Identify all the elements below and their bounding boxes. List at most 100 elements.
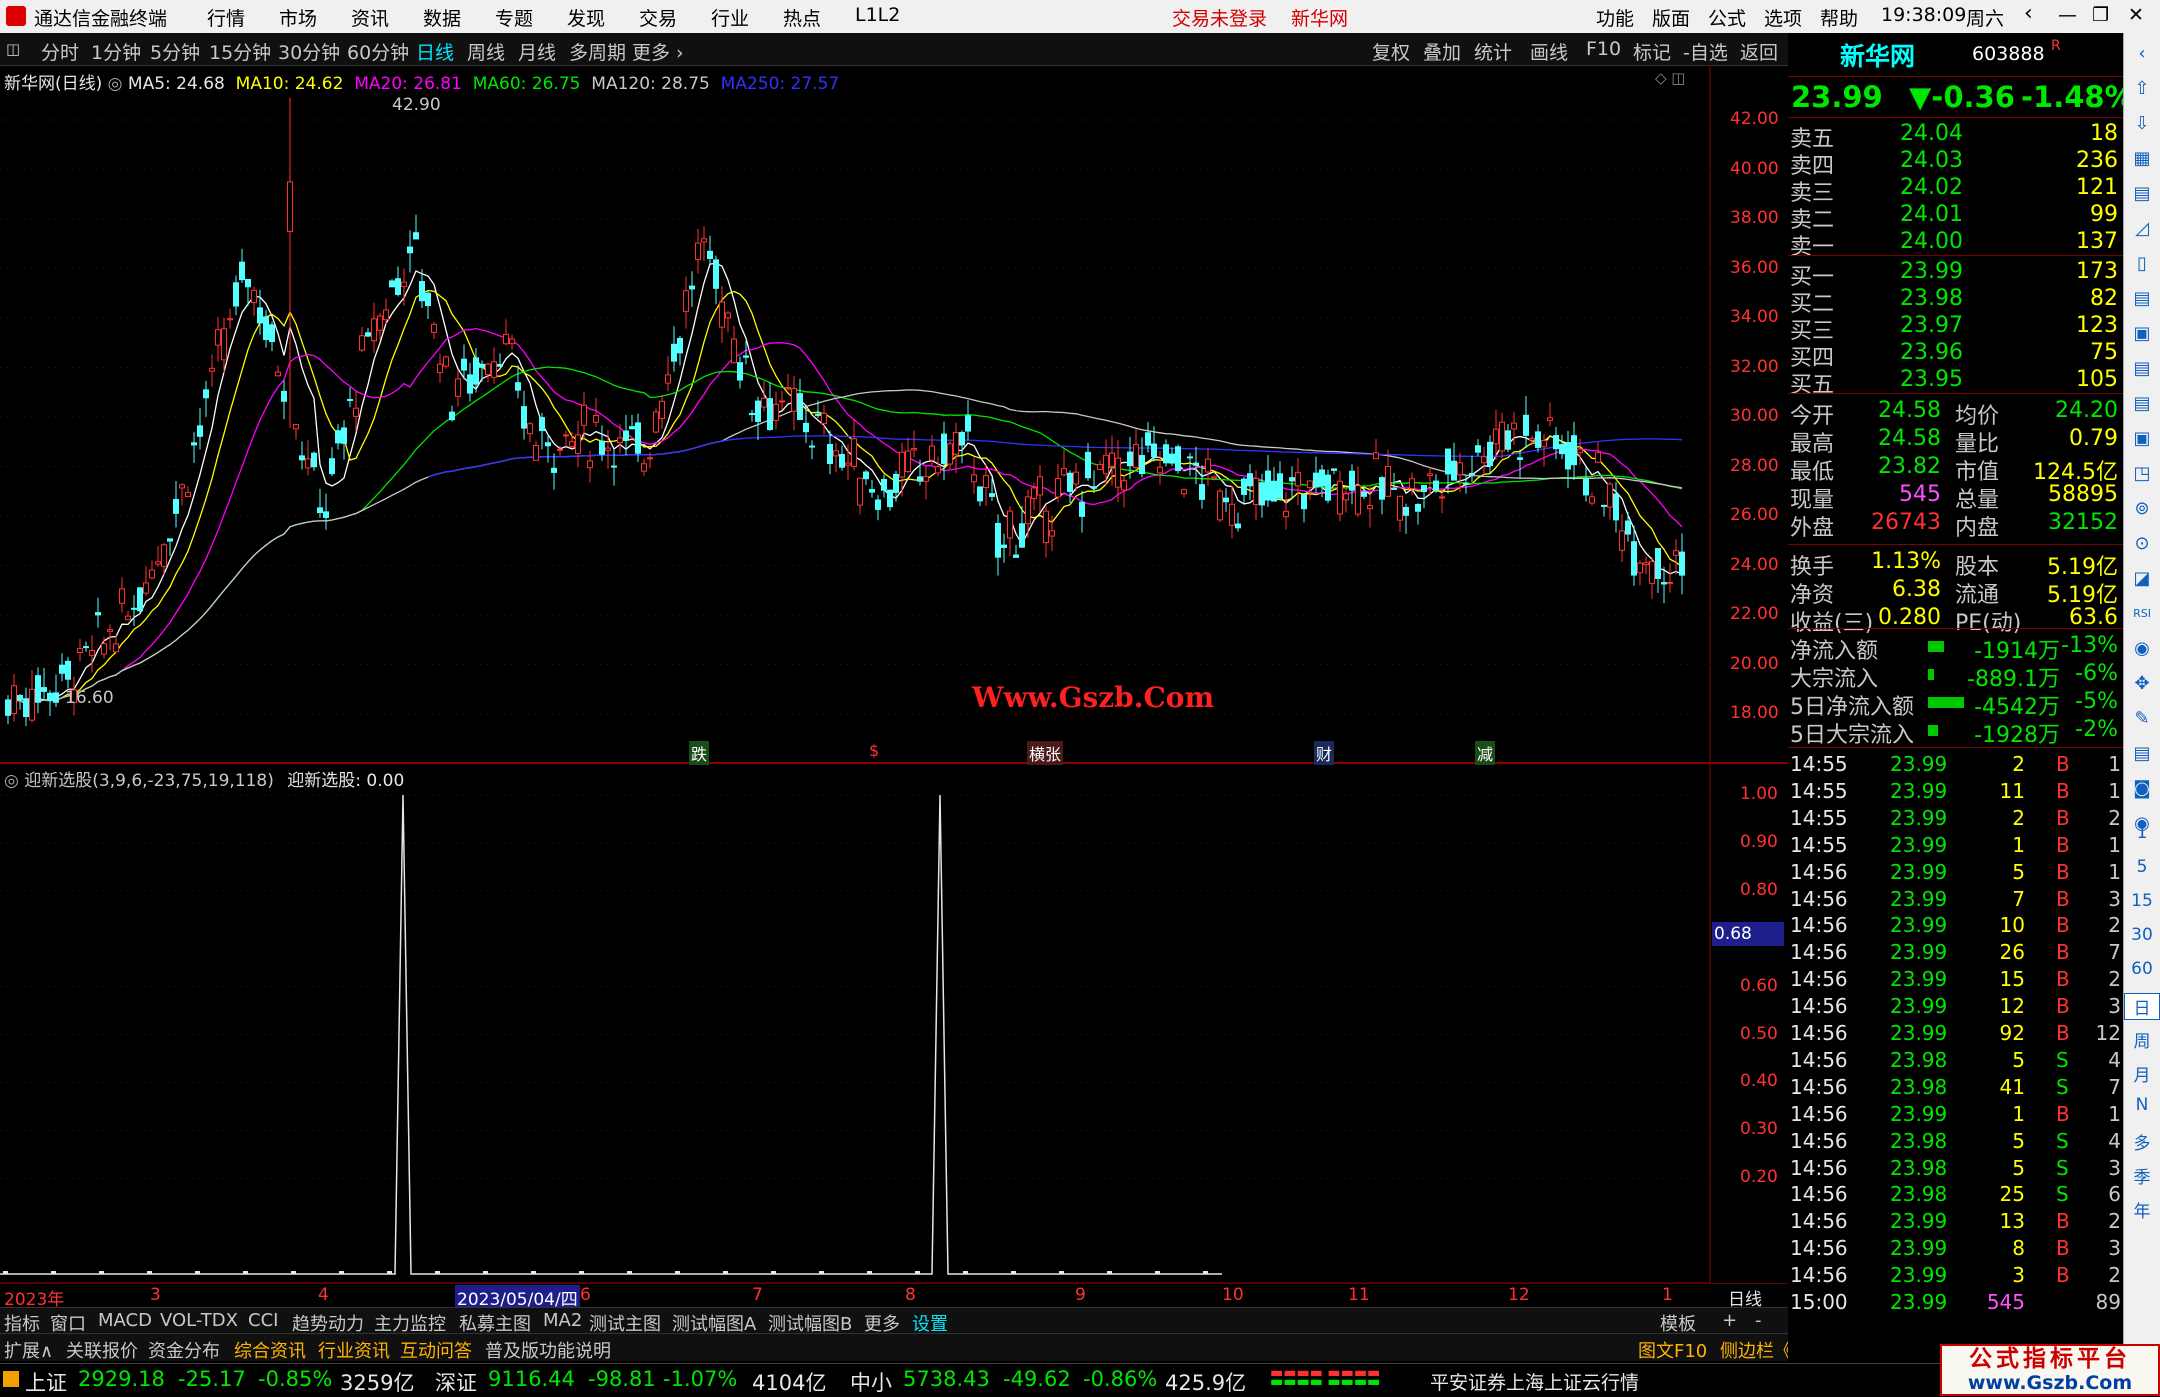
extension-tab[interactable]: 综合资讯 xyxy=(234,1337,306,1363)
period-shortcut[interactable]: 30 xyxy=(2124,925,2160,945)
minimize-icon[interactable]: — xyxy=(2058,4,2077,26)
panel-toggle-icon[interactable]: ◫ xyxy=(6,40,20,58)
event-finance[interactable]: 财 xyxy=(1314,741,1335,765)
menu-discover[interactable]: 发现 xyxy=(567,4,605,31)
tool-adjust[interactable]: 复权 xyxy=(1372,38,1410,65)
extension-tab[interactable]: 扩展∧ xyxy=(4,1337,53,1363)
side-tab[interactable]: 侧边栏《 xyxy=(1720,1337,1792,1363)
side-tool-icon[interactable]: ‹ xyxy=(2129,41,2155,67)
chart-options-icon[interactable]: ◇ ◫ xyxy=(1655,69,1685,87)
menu-data[interactable]: 数据 xyxy=(423,4,461,31)
period-multi[interactable]: 多周期 xyxy=(569,38,626,65)
tool-overlay[interactable]: 叠加 xyxy=(1423,38,1461,65)
tool-return[interactable]: 返回 xyxy=(1740,38,1778,65)
side-tool-icon[interactable]: ◙ xyxy=(2129,776,2155,802)
template-button[interactable]: + xyxy=(1722,1310,1737,1331)
side-tool-icon[interactable]: ▯ xyxy=(2129,251,2155,277)
extension-tab[interactable]: 关联报价 xyxy=(66,1337,138,1363)
menu-hot[interactable]: 热点 xyxy=(783,4,821,31)
trade-login-status[interactable]: 交易未登录 xyxy=(1172,4,1267,31)
event-drop[interactable]: 跌 xyxy=(689,741,710,765)
sh-index-name[interactable]: 上证 xyxy=(25,1367,67,1397)
side-tab[interactable]: 图文F10 xyxy=(1638,1337,1707,1363)
period-shortcut[interactable]: 月 xyxy=(2124,1061,2160,1086)
menu-options[interactable]: 选项 xyxy=(1764,4,1802,31)
extension-tab[interactable]: 行业资讯 xyxy=(318,1337,390,1363)
side-tool-icon[interactable]: ▤ xyxy=(2129,391,2155,417)
menu-layout[interactable]: 版面 xyxy=(1652,4,1690,31)
period-shortcut[interactable]: 日 xyxy=(2124,993,2160,1020)
server-name[interactable]: 平安证券上海上证云行情 xyxy=(1430,1368,1639,1395)
extension-tab[interactable]: 资金分布 xyxy=(148,1337,220,1363)
period-15min[interactable]: 15分钟 xyxy=(209,38,271,65)
side-tool-icon[interactable]: ⇧ xyxy=(2129,76,2155,102)
period-shortcut[interactable]: 年 xyxy=(2124,1197,2160,1222)
indicator-tab[interactable]: MA2 xyxy=(543,1310,582,1331)
event-limit[interactable]: 横张 xyxy=(1027,741,1064,765)
indicator-tab[interactable]: CCI xyxy=(248,1310,278,1331)
menu-help[interactable]: 帮助 xyxy=(1820,4,1858,31)
period-shortcut[interactable]: N xyxy=(2124,1095,2160,1115)
event-reduce[interactable]: 减 xyxy=(1475,741,1496,765)
side-tool-icon[interactable]: ▣ xyxy=(2129,426,2155,452)
tool-f10[interactable]: F10 xyxy=(1586,38,1621,60)
menu-topics[interactable]: 专题 xyxy=(495,4,533,31)
template-button[interactable]: - xyxy=(1755,1310,1762,1331)
menu-news[interactable]: 资讯 xyxy=(351,4,389,31)
period-weekly[interactable]: 周线 xyxy=(467,38,505,65)
indicator-collapse-icon[interactable]: ◎ xyxy=(4,771,24,791)
side-tool-icon[interactable]: ▤ xyxy=(2129,286,2155,312)
period-shortcut[interactable]: 5 xyxy=(2124,857,2160,877)
menu-quotes[interactable]: 行情 xyxy=(207,4,245,31)
side-tool-icon[interactable]: ⇩ xyxy=(2129,111,2155,137)
tool-stats[interactable]: 统计 xyxy=(1474,38,1512,65)
menu-function[interactable]: 功能 xyxy=(1596,4,1634,31)
zx-index-name[interactable]: 中小 xyxy=(850,1367,892,1397)
indicator-tab[interactable]: VOL-TDX xyxy=(160,1310,238,1331)
side-tool-icon[interactable]: ✥ xyxy=(2129,671,2155,697)
extension-tab[interactable]: 互动问答 xyxy=(400,1337,472,1363)
menu-market[interactable]: 市场 xyxy=(279,4,317,31)
back-icon[interactable]: ‹ xyxy=(2024,1,2033,26)
side-tool-icon[interactable]: ⊚ xyxy=(2129,496,2155,522)
event-dollar[interactable]: $ xyxy=(869,741,879,760)
side-tool-icon[interactable]: ▤ xyxy=(2129,356,2155,382)
period-shortcut[interactable]: 1 xyxy=(2124,823,2160,843)
side-tool-icon[interactable]: ▣ xyxy=(2129,321,2155,347)
side-tool-icon[interactable]: RSI xyxy=(2129,601,2155,627)
side-tool-icon[interactable]: ▦ xyxy=(2129,146,2155,172)
side-tool-icon[interactable]: ▤ xyxy=(2129,181,2155,207)
period-daily[interactable]: 日线 xyxy=(416,38,454,65)
period-30min[interactable]: 30分钟 xyxy=(278,38,340,65)
menu-formula[interactable]: 公式 xyxy=(1708,4,1746,31)
collapse-icon[interactable]: ◎ xyxy=(108,74,128,94)
period-5min[interactable]: 5分钟 xyxy=(150,38,200,65)
period-shortcut[interactable]: 季 xyxy=(2124,1163,2160,1188)
extension-tab[interactable]: 普及版功能说明 xyxy=(485,1337,611,1363)
period-shortcut[interactable]: 周 xyxy=(2124,1027,2160,1052)
period-shortcut[interactable]: 60 xyxy=(2124,959,2160,979)
side-tool-icon[interactable]: ◪ xyxy=(2129,566,2155,592)
tool-watchlist[interactable]: -自选 xyxy=(1683,38,1728,65)
period-tick[interactable]: 分时 xyxy=(41,38,79,65)
period-more[interactable]: 更多 › xyxy=(632,38,684,65)
period-1min[interactable]: 1分钟 xyxy=(91,38,141,65)
menu-trade[interactable]: 交易 xyxy=(639,4,677,31)
menu-industry[interactable]: 行业 xyxy=(711,4,749,31)
side-tool-icon[interactable]: ✎ xyxy=(2129,706,2155,732)
side-tool-icon[interactable]: ▤ xyxy=(2129,741,2155,767)
tool-mark[interactable]: 标记 xyxy=(1633,38,1671,65)
side-tool-icon[interactable]: ◳ xyxy=(2129,461,2155,487)
period-shortcut[interactable]: 多 xyxy=(2124,1129,2160,1154)
side-tool-icon[interactable]: ◿ xyxy=(2129,216,2155,242)
period-shortcut[interactable]: 15 xyxy=(2124,891,2160,911)
tool-draw[interactable]: 画线 xyxy=(1530,38,1568,65)
side-tool-icon[interactable]: ◉ xyxy=(2129,636,2155,662)
period-60min[interactable]: 60分钟 xyxy=(347,38,409,65)
side-tool-icon[interactable]: ⊙ xyxy=(2129,531,2155,557)
sz-index-name[interactable]: 深证 xyxy=(435,1367,477,1397)
kline-chart[interactable] xyxy=(0,66,1788,1300)
period-monthly[interactable]: 月线 xyxy=(518,38,556,65)
close-icon[interactable]: ✕ xyxy=(2128,4,2144,26)
menu-l1l2[interactable]: L1L2 xyxy=(855,4,900,26)
